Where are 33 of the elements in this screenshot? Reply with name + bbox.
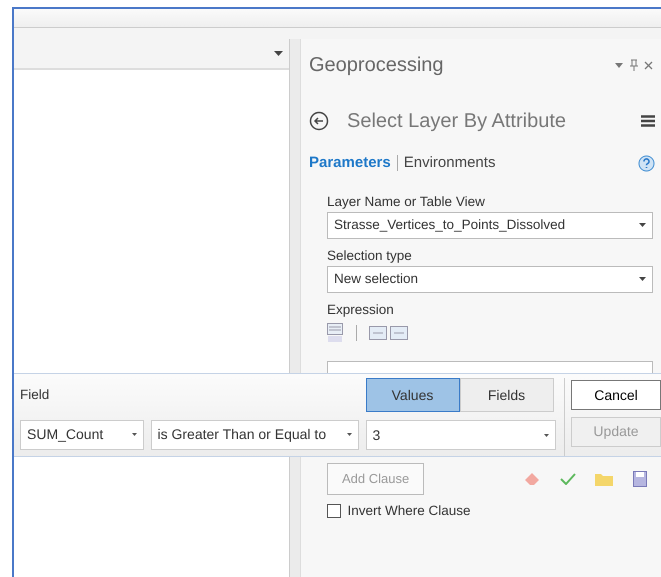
checkbox[interactable] <box>327 504 341 518</box>
caret-icon <box>639 223 646 228</box>
toggle-button[interactable]: Fields <box>460 378 554 412</box>
panel-title: Geoprocessing <box>309 53 444 78</box>
sql-icon[interactable] <box>327 323 343 344</box>
checkmark-icon[interactable] <box>560 473 576 485</box>
caret-icon <box>639 277 646 282</box>
tab[interactable]: Parameters <box>309 152 391 174</box>
checkbox-label: Invert Where Clause <box>348 502 471 520</box>
field-label: Field <box>20 386 50 404</box>
dropdown-arrow-icon[interactable] <box>615 62 623 68</box>
pin-icon[interactable] <box>630 59 638 71</box>
toggle-button[interactable]: Values <box>366 378 460 412</box>
dropdown-field[interactable]: is Greater Than or Equal to <box>150 420 358 450</box>
dropdown-field[interactable]: SUM_Count <box>20 420 144 450</box>
back-icon[interactable] <box>309 111 329 131</box>
save-icon[interactable] <box>632 471 646 487</box>
caret-icon <box>346 433 352 436</box>
dropdown-field[interactable]: Strasse_Vertices_to_Points_Dissolved <box>327 212 653 239</box>
menu-icon[interactable] <box>641 115 655 127</box>
field-label: Selection type <box>327 247 413 265</box>
caret-icon <box>544 434 548 436</box>
tool-title: Select Layer By Attribute <box>347 109 568 134</box>
help-icon[interactable] <box>638 154 655 172</box>
caret-icon <box>132 433 137 436</box>
dropdown-field[interactable]: 3 <box>366 420 556 450</box>
dropdown-arrow-icon[interactable] <box>274 51 283 56</box>
dropdown-field[interactable]: New selection <box>327 266 653 293</box>
field-label: Expression <box>327 301 395 319</box>
field-label: Layer Name or Table View <box>327 193 486 211</box>
tab[interactable]: Environments <box>404 152 496 174</box>
close-icon[interactable] <box>644 60 653 70</box>
cancel-button[interactable]: Cancel <box>571 380 661 410</box>
